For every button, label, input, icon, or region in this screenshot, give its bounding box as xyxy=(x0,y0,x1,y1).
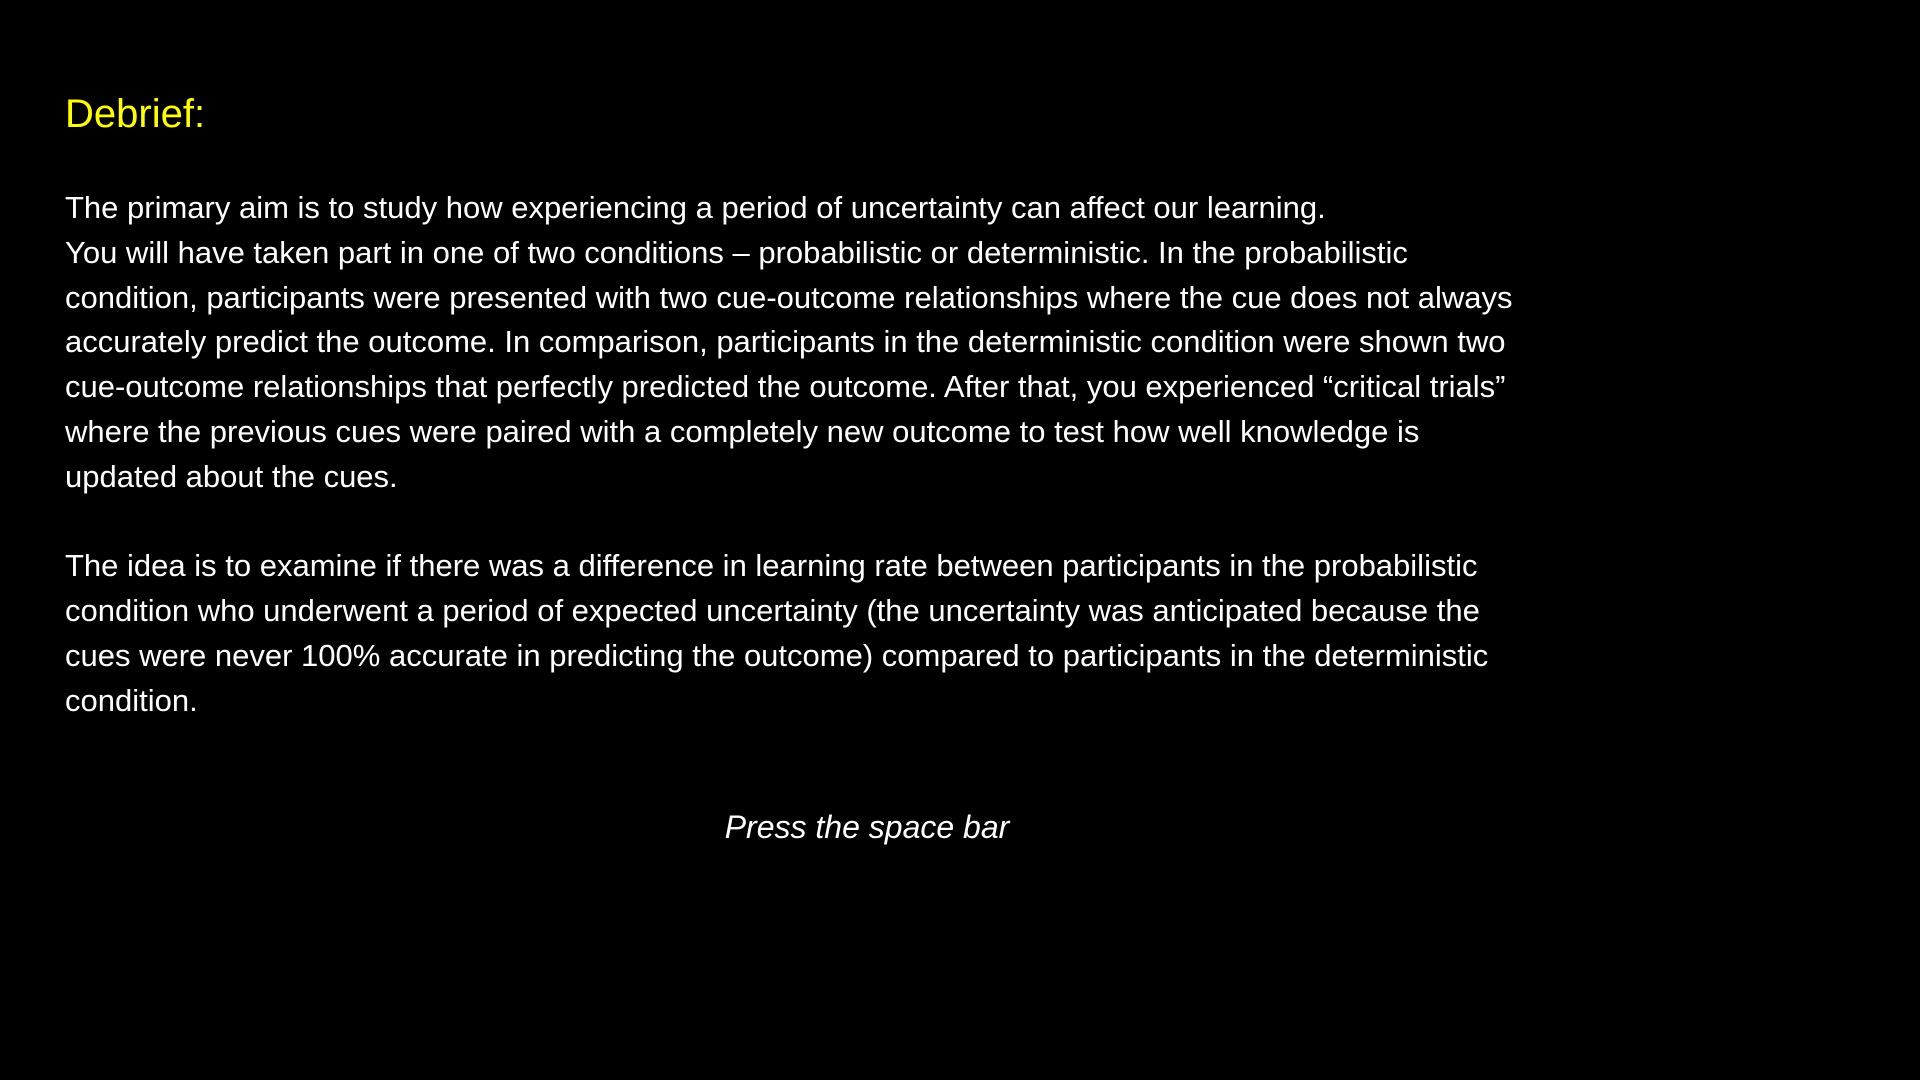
paragraph-study-idea: The idea is to examine if there was a di… xyxy=(65,544,1705,723)
text-line: cues were never 100% accurate in predict… xyxy=(65,637,1489,673)
text-line: cue-outcome relationships that perfectly… xyxy=(65,369,1506,405)
text-line: You will have taken part in one of two c… xyxy=(65,234,1408,270)
text-line: condition who underwent a period of expe… xyxy=(65,593,1480,629)
debrief-body: The primary aim is to study how experien… xyxy=(65,186,1705,724)
page-title: Debrief: xyxy=(65,92,206,136)
text-line: The idea is to examine if there was a di… xyxy=(65,548,1478,584)
text-line: where the previous cues were paired with… xyxy=(65,413,1420,449)
debrief-screen: Debrief: The primary aim is to study how… xyxy=(0,0,1920,1080)
text-line: accurately predict the outcome. In compa… xyxy=(65,324,1506,360)
paragraph-study-description: The primary aim is to study how experien… xyxy=(65,186,1705,500)
text-line: condition. xyxy=(65,682,198,718)
text-line: The primary aim is to study how experien… xyxy=(65,190,1326,225)
text-line: updated about the cues. xyxy=(65,458,398,494)
text-line: condition, participants were presented w… xyxy=(65,279,1513,315)
continue-prompt: Press the space bar xyxy=(724,809,1010,845)
